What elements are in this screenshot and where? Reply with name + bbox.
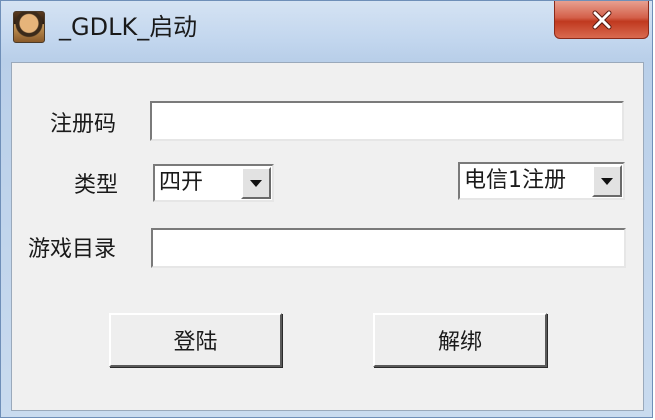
type-select[interactable]: 四开 [153, 164, 274, 202]
server-select-dropdown-button[interactable] [592, 165, 622, 197]
game-dir-label: 游戏目录 [28, 237, 117, 262]
dialog-body: 注册码 类型 四开 电信1注册 游戏目录 登陆 解绑 [11, 62, 644, 411]
type-select-dropdown-button[interactable] [241, 167, 271, 199]
type-select-value: 四开 [159, 170, 204, 195]
chevron-down-icon [601, 177, 613, 185]
server-select[interactable]: 电信1注册 [458, 162, 625, 200]
close-button[interactable] [554, 1, 649, 39]
chevron-down-icon [250, 179, 262, 187]
server-select-value: 电信1注册 [464, 168, 566, 193]
reg-code-input[interactable] [150, 101, 624, 141]
unbind-button[interactable]: 解绑 [373, 313, 547, 367]
close-icon [592, 10, 611, 29]
game-dir-input[interactable] [151, 228, 626, 268]
login-button[interactable]: 登陆 [109, 313, 282, 367]
reg-code-label: 注册码 [50, 112, 117, 137]
app-avatar-icon [13, 11, 45, 43]
window-title: _GDLK_启动 [59, 13, 198, 41]
app-window: _GDLK_启动 注册码 类型 四开 电信1注册 游戏目录 登陆 解绑 [0, 0, 653, 418]
title-bar[interactable]: _GDLK_启动 [1, 1, 652, 55]
type-label: 类型 [74, 173, 119, 198]
